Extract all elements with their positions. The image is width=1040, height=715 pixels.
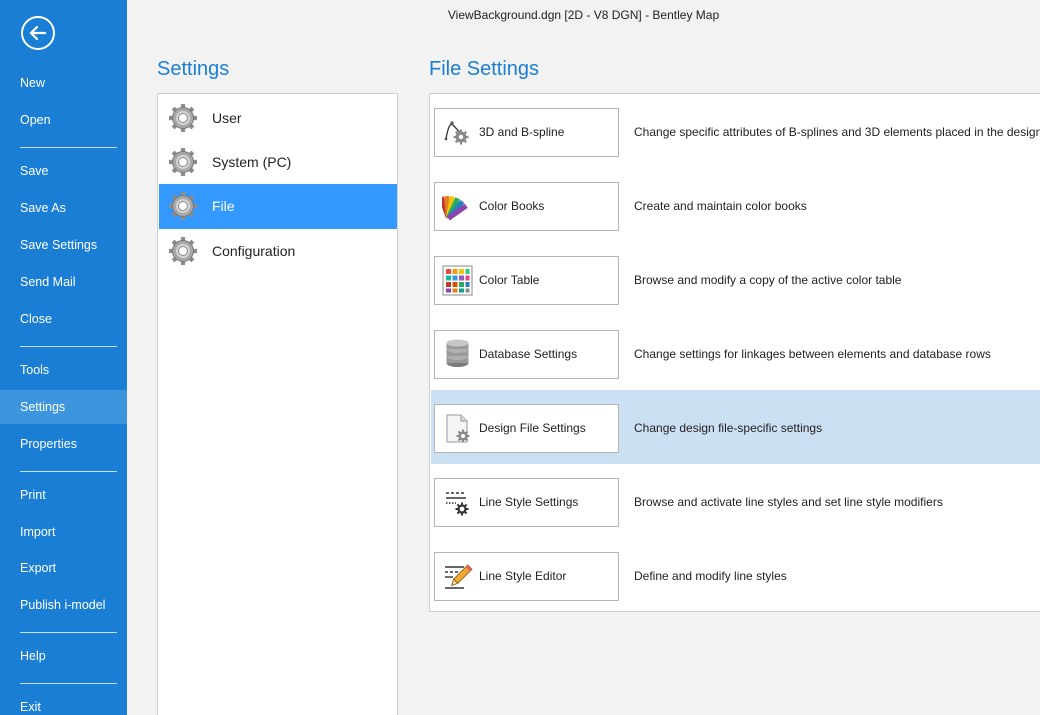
settings-heading: Settings — [157, 58, 230, 80]
file-settings-panel: 3D and B-spline Change specific attribut… — [429, 93, 1040, 612]
category-user[interactable]: User — [159, 96, 397, 141]
nav-item-save-as[interactable]: Save As — [0, 191, 127, 225]
category-label: User — [212, 110, 242, 126]
back-button[interactable] — [21, 16, 55, 50]
nav-item-settings[interactable]: Settings — [0, 390, 127, 424]
file-setting-label: Database Settings — [479, 347, 578, 361]
settings-category-list: User System (PC) File Configuration — [157, 93, 398, 715]
nav-divider — [20, 147, 117, 148]
color-book-icon — [442, 195, 468, 221]
gear-icon — [167, 102, 199, 134]
nav-item-import[interactable]: Import — [0, 515, 127, 549]
color-table-icon — [442, 265, 473, 296]
database-settings-button[interactable]: Database Settings — [434, 330, 619, 379]
category-file[interactable]: File — [159, 184, 397, 229]
file-setting-row[interactable]: Line Style Editor Define and modify line… — [431, 538, 1040, 612]
nav-item-properties[interactable]: Properties — [0, 427, 127, 461]
file-setting-label: Design File Settings — [479, 421, 586, 435]
file-setting-description: Define and modify line styles — [634, 569, 787, 583]
file-setting-description: Browse and activate line styles and set … — [634, 495, 943, 509]
file-setting-row-selected[interactable]: Design File Settings Change design file-… — [431, 390, 1040, 464]
nav-divider — [20, 471, 117, 472]
file-setting-row[interactable]: 3D and B-spline Change specific attribut… — [431, 94, 1040, 168]
file-setting-row[interactable]: Line Style Settings Browse and activate … — [431, 464, 1040, 538]
line-style-settings-button[interactable]: Line Style Settings — [434, 478, 619, 527]
file-setting-description: Browse and modify a copy of the active c… — [634, 273, 902, 287]
file-setting-label: Line Style Settings — [479, 495, 579, 509]
file-setting-label: Line Style Editor — [479, 569, 567, 583]
line-style-editor-button[interactable]: Line Style Editor — [434, 552, 619, 601]
file-setting-description: Create and maintain color books — [634, 199, 807, 213]
file-settings-heading: File Settings — [429, 58, 540, 80]
category-label: System (PC) — [212, 154, 292, 170]
window-title: ViewBackground.dgn [2D - V8 DGN] - Bentl… — [447, 8, 720, 22]
nav-item-help[interactable]: Help — [0, 639, 127, 673]
nav-item-send-mail[interactable]: Send Mail — [0, 265, 127, 299]
category-configuration[interactable]: Configuration — [159, 229, 397, 274]
file-setting-row[interactable]: Color Books Create and maintain color bo… — [431, 168, 1040, 242]
gear-icon — [167, 190, 199, 222]
category-label: File — [212, 198, 235, 214]
file-setting-description: Change specific attributes of B-splines … — [634, 125, 1040, 139]
file-setting-row[interactable]: Color Table Browse and modify a copy of … — [431, 242, 1040, 316]
gear-icon — [167, 235, 199, 267]
gear-icon — [167, 146, 199, 178]
database-icon — [446, 339, 469, 367]
file-setting-label: Color Table — [479, 273, 540, 287]
color-books-button[interactable]: Color Books — [434, 182, 619, 231]
category-system-pc[interactable]: System (PC) — [159, 140, 397, 185]
nav-divider — [20, 346, 117, 347]
file-setting-label: 3D and B-spline — [479, 125, 565, 139]
color-table-button[interactable]: Color Table — [434, 256, 619, 305]
nav-item-open[interactable]: Open — [0, 103, 127, 137]
file-setting-label: Color Books — [479, 199, 545, 213]
file-setting-description: Change settings for linkages between ele… — [634, 347, 991, 361]
file-setting-description: Change design file-specific settings — [634, 421, 823, 435]
bspline-button[interactable]: 3D and B-spline — [434, 108, 619, 157]
nav-item-export[interactable]: Export — [0, 551, 127, 585]
design-file-settings-button[interactable]: Design File Settings — [434, 404, 619, 453]
design-file-gear-icon — [446, 414, 470, 443]
nav-divider — [20, 632, 117, 633]
nav-item-tools[interactable]: Tools — [0, 353, 127, 387]
nav-item-close[interactable]: Close — [0, 302, 127, 336]
nav-item-publish-imodel[interactable]: Publish i-model — [0, 588, 127, 622]
nav-divider — [20, 683, 117, 684]
backstage-nav: New Open Save Save As Save Settings Send… — [0, 0, 127, 715]
file-setting-row[interactable]: Database Settings Change settings for li… — [431, 316, 1040, 390]
back-arrow-icon — [29, 25, 47, 41]
nav-item-save-settings[interactable]: Save Settings — [0, 228, 127, 262]
category-label: Configuration — [212, 243, 296, 259]
nav-item-save[interactable]: Save — [0, 154, 127, 188]
line-style-gear-icon — [446, 492, 469, 516]
nav-item-exit[interactable]: Exit — [0, 690, 127, 715]
line-style-pencil-icon — [445, 564, 473, 589]
nav-item-print[interactable]: Print — [0, 478, 127, 512]
bspline-gear-icon — [444, 121, 469, 145]
nav-item-new[interactable]: New — [0, 66, 127, 100]
